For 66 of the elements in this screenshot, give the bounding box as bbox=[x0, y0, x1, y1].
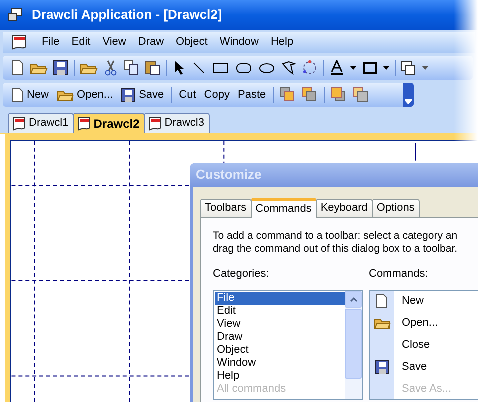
caret-icon[interactable] bbox=[350, 66, 357, 70]
menu-item[interactable]: Window bbox=[218, 34, 260, 51]
toolbar-options-button[interactable] bbox=[403, 83, 414, 107]
send-backward-icon[interactable] bbox=[302, 87, 318, 103]
categories-label: Categories: bbox=[213, 267, 270, 282]
caret-icon bbox=[405, 98, 412, 104]
border-icon[interactable] bbox=[362, 60, 378, 76]
line-tool-icon[interactable] bbox=[191, 60, 207, 76]
document-icon bbox=[148, 116, 162, 130]
new-document-icon[interactable] bbox=[11, 60, 25, 76]
document-icon[interactable] bbox=[11, 34, 29, 50]
paste-icon[interactable] bbox=[145, 60, 161, 76]
toolbar-button[interactable]: Open... bbox=[56, 85, 114, 105]
toolbar-button[interactable]: Paste bbox=[236, 85, 268, 105]
copy-icon[interactable] bbox=[124, 60, 140, 76]
toolbar-button[interactable]: Cut bbox=[178, 85, 198, 105]
command-item[interactable]: New bbox=[370, 290, 478, 312]
dialog-title: Customize bbox=[196, 166, 262, 184]
scroll-thumb[interactable] bbox=[345, 308, 362, 378]
caret-icon[interactable] bbox=[383, 66, 390, 70]
menu-item[interactable]: Edit bbox=[70, 34, 92, 51]
scroll-up-button[interactable] bbox=[345, 290, 362, 308]
category-item[interactable]: Object bbox=[215, 344, 345, 356]
dotted-circle-icon[interactable] bbox=[302, 60, 318, 76]
dialog-tab[interactable]: Options bbox=[372, 199, 420, 217]
new-document-icon bbox=[12, 88, 24, 102]
menu-item[interactable]: Draw bbox=[137, 34, 166, 51]
dialog-tab[interactable]: Toolbars bbox=[200, 199, 252, 217]
polygon-tool-icon[interactable] bbox=[281, 60, 297, 76]
pointer-icon[interactable] bbox=[172, 60, 186, 76]
menu-item[interactable]: File bbox=[41, 34, 61, 51]
app-icon bbox=[8, 8, 24, 22]
toolbar-button[interactable]: Copy bbox=[203, 85, 231, 105]
command-item[interactable]: Save bbox=[370, 356, 478, 378]
document-tab[interactable]: Drawcl3 bbox=[144, 113, 210, 133]
toolbar-button[interactable]: New bbox=[11, 85, 50, 105]
document-icon bbox=[78, 116, 91, 130]
document-icon bbox=[13, 116, 26, 130]
category-item[interactable]: File bbox=[215, 292, 345, 304]
font-color-icon[interactable] bbox=[329, 60, 345, 76]
window-title: Drawcli Application - [Drawcl2] bbox=[32, 6, 222, 24]
cut-icon[interactable] bbox=[103, 60, 119, 76]
menu-item[interactable]: Object bbox=[175, 34, 209, 51]
category-item[interactable]: Edit bbox=[215, 304, 345, 318]
layers-icon[interactable] bbox=[401, 60, 417, 76]
toolbar-button[interactable]: Save bbox=[120, 85, 166, 105]
send-to-back-icon[interactable] bbox=[353, 87, 370, 103]
scrollbar[interactable] bbox=[345, 290, 362, 398]
menu-item[interactable]: Help bbox=[270, 34, 295, 51]
new-document-icon bbox=[376, 294, 388, 309]
bring-forward-icon[interactable] bbox=[280, 87, 296, 103]
instruction-text: To add a command to a toolbar: select a category an bbox=[213, 230, 459, 243]
dialog-tab[interactable]: Commands bbox=[250, 198, 317, 218]
command-item[interactable]: Close bbox=[370, 334, 478, 356]
document-tab[interactable]: Drawcl2 bbox=[72, 113, 145, 133]
bring-to-front-icon[interactable] bbox=[331, 87, 348, 103]
category-item[interactable]: Help bbox=[215, 370, 345, 382]
document-tab[interactable]: Drawcl1 bbox=[8, 113, 74, 133]
commands-label: Commands: bbox=[369, 267, 430, 282]
command-item[interactable]: Open... bbox=[370, 312, 478, 334]
category-item[interactable]: Window bbox=[215, 356, 345, 370]
category-item[interactable]: Draw bbox=[215, 330, 345, 344]
category-item[interactable]: View bbox=[215, 318, 345, 330]
menu-item[interactable]: View bbox=[102, 34, 128, 51]
dialog-tab[interactable]: Keyboard bbox=[316, 199, 373, 217]
instruction-text: drag the command out of this dialog box to a toolbar. bbox=[213, 243, 459, 256]
